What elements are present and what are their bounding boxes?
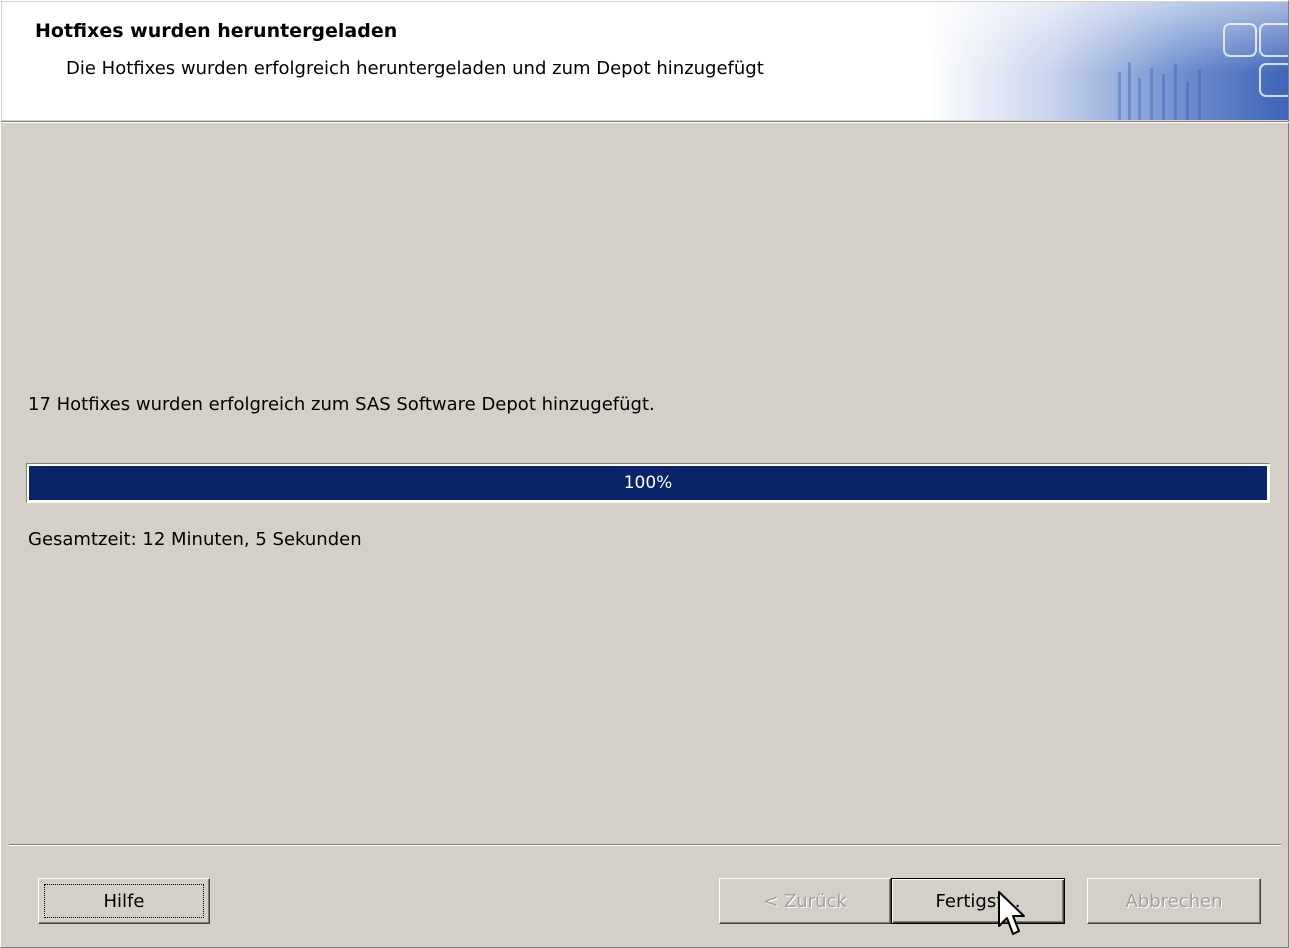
finish-button[interactable]: Fertigst... [891, 878, 1065, 924]
help-button[interactable]: Hilfe [38, 878, 210, 924]
status-message: 17 Hotfixes wurden erfolgreich zum SAS S… [28, 394, 655, 415]
page-title: Hotfixes wurden heruntergeladen [35, 20, 398, 42]
page-subtitle: Die Hotfixes wurden erfolgreich herunter… [66, 58, 764, 79]
wizard-header: Hotfixes wurden heruntergeladen Die Hotf… [2, 2, 1288, 120]
back-button[interactable]: < Zurück [719, 878, 891, 924]
wizard-dialog: Hotfixes wurden heruntergeladen Die Hotf… [0, 0, 1289, 948]
total-time-label: Gesamtzeit: 12 Minuten, 5 Sekunden [28, 529, 362, 550]
decorative-squares-icon [928, 2, 1288, 120]
progress-bar: 100% [26, 463, 1270, 503]
cancel-button[interactable]: Abbrechen [1087, 878, 1261, 924]
header-divider-highlight [1, 122, 1289, 123]
footer-divider-highlight [9, 845, 1281, 846]
mouse-pointer-icon [998, 891, 1025, 935]
progress-label: 100% [623, 473, 673, 493]
